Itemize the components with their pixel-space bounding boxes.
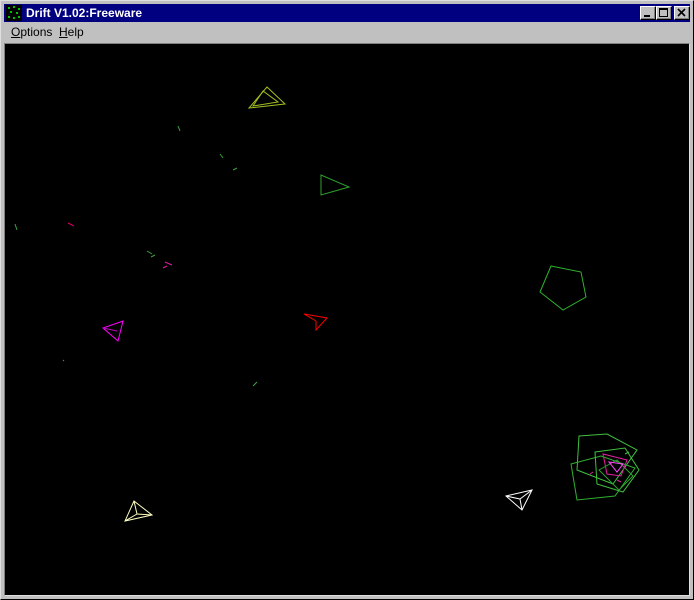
minimize-icon	[644, 15, 650, 17]
player-ship-white	[504, 489, 533, 511]
menu-help-hotkey: H	[59, 25, 68, 39]
maximize-button[interactable]	[656, 6, 672, 20]
title-bar[interactable]: Drift V1.02:Freeware	[4, 4, 690, 22]
menu-bar: Options Help	[4, 23, 690, 42]
menu-help[interactable]: Help	[59, 25, 84, 40]
asteroid-triangle-small	[247, 86, 287, 109]
game-playfield[interactable]	[5, 44, 689, 595]
minimize-button[interactable]	[640, 6, 656, 20]
maximize-icon	[659, 8, 668, 17]
menu-options-label: ptions	[20, 25, 53, 39]
menu-options-hotkey: O	[11, 25, 21, 39]
menu-options[interactable]: Options	[11, 25, 52, 40]
enemy-ship-red	[303, 313, 328, 332]
close-icon	[677, 8, 686, 17]
window-title: Drift V1.02:Freeware	[26, 6, 143, 20]
close-button[interactable]	[674, 6, 690, 20]
drift-app-icon[interactable]	[6, 5, 22, 21]
asteroid-pentagon	[539, 265, 587, 311]
asteroid-triangle	[320, 174, 351, 196]
menu-help-label: elp	[67, 25, 84, 39]
app-window: Drift V1.02:Freeware Options Help	[0, 0, 694, 600]
game-canvas[interactable]	[4, 43, 690, 596]
debris-particles	[14, 125, 258, 387]
player-ship-yellow	[124, 500, 154, 522]
asteroid-cluster	[570, 433, 640, 501]
enemy-ship-magenta	[102, 320, 124, 342]
